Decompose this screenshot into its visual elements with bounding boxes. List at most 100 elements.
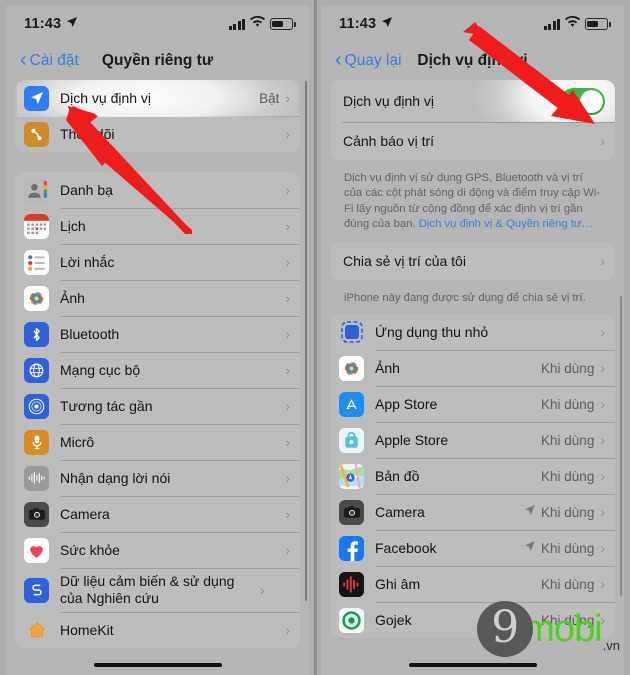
row-label: Lịch: [60, 217, 86, 234]
watermark-tld: .vn: [602, 638, 620, 653]
row-label: HomeKit: [60, 621, 114, 638]
row-photos[interactable]: Ảnh ›: [15, 280, 300, 316]
bluetooth-icon: [24, 321, 49, 347]
row-label: Camera: [375, 503, 425, 520]
reminders-icon: [24, 249, 49, 275]
row-research-sensor-data[interactable]: Dữ liệu cảm biến & sử dụng của Nghiên cứ…: [15, 568, 300, 612]
row-voice-memos[interactable]: Ghi âm Khi dùng ›: [330, 566, 615, 602]
row-value: Khi dùng: [541, 504, 595, 520]
maps-icon: [339, 463, 364, 489]
back-button-label: Cài đặt: [29, 52, 79, 69]
cellular-signal-icon: [228, 18, 245, 30]
wifi-icon: [250, 15, 265, 33]
location-usage-arrow-icon: [524, 503, 536, 521]
row-value: Khi dùng: [541, 468, 595, 484]
row-label: Danh bạ: [60, 181, 113, 198]
row-app-store[interactable]: App Store Khi dùng ›: [330, 386, 615, 422]
location-services-list: Dịch vụ định vị Cảnh báo vị trí › Dịch v…: [321, 80, 624, 639]
row-nearby-interactions[interactable]: Tương tác gần ›: [15, 388, 300, 424]
tracking-icon: [24, 121, 49, 147]
row-label: Sức khỏe: [60, 541, 120, 558]
speech-recognition-icon: [24, 465, 49, 491]
voice-memos-icon: [339, 571, 364, 597]
home-indicator-left: [93, 662, 222, 667]
chevron-left-icon: ‹: [335, 49, 342, 71]
panel-divider: [314, 0, 317, 675]
row-camera[interactable]: Camera ›: [15, 496, 300, 532]
row-camera-app[interactable]: Camera Khi dùng ›: [330, 494, 615, 530]
share-location-group: Chia sẻ vị trí của tôi ›: [330, 242, 615, 280]
chevron-right-icon: ›: [285, 434, 290, 450]
row-share-my-location[interactable]: Chia sẻ vị trí của tôi ›: [330, 242, 615, 280]
row-label: Dữ liệu cảm biến & sử dụng của Nghiên cứ…: [60, 573, 235, 606]
chevron-right-icon: ›: [600, 504, 605, 521]
row-calendar[interactable]: Lịch ›: [15, 208, 300, 244]
chevron-right-icon: ›: [600, 432, 605, 449]
row-label: Apple Store: [375, 431, 449, 448]
row-label: Dịch vụ định vị: [343, 92, 435, 109]
row-homekit[interactable]: HomeKit ›: [15, 612, 300, 648]
row-label: Camera: [60, 505, 110, 522]
row-value: Khi dùng: [541, 432, 595, 448]
chevron-right-icon: ›: [600, 396, 605, 413]
row-microphone[interactable]: Micrô ›: [15, 424, 300, 460]
facebook-icon: [339, 535, 364, 561]
row-value: Khi dùng: [541, 540, 595, 556]
row-bluetooth[interactable]: Bluetooth ›: [15, 316, 300, 352]
row-maps[interactable]: Bản đồ Khi dùng ›: [330, 458, 615, 494]
chevron-right-icon: ›: [285, 218, 290, 234]
location-services-toggle[interactable]: [560, 87, 605, 115]
research-sensor-icon: [24, 577, 49, 603]
row-speech-recognition[interactable]: Nhận dạng lời nói ›: [15, 460, 300, 496]
chevron-right-icon: ›: [600, 133, 605, 149]
chevron-right-icon: ›: [600, 468, 605, 485]
row-app-clips[interactable]: Ứng dụng thu nhỏ ›: [330, 314, 615, 350]
back-button-return[interactable]: ‹ Quay lại: [335, 49, 402, 71]
photos-icon: [339, 355, 364, 381]
row-local-network[interactable]: Mạng cục bộ ›: [15, 352, 300, 388]
chevron-right-icon: ›: [285, 470, 290, 486]
row-label: Ghi âm: [375, 575, 421, 592]
location-usage-arrow-icon: [524, 539, 536, 557]
row-label: Micrô: [60, 433, 95, 450]
camera-icon: [24, 501, 49, 527]
back-button-settings[interactable]: ‹ Cài đặt: [20, 50, 79, 70]
location-services-icon: [24, 85, 49, 111]
row-tracking[interactable]: Theo dõi ›: [15, 116, 300, 152]
chevron-right-icon: ›: [285, 326, 290, 342]
cellular-signal-icon: [543, 18, 560, 30]
screenshot-stage: 11:43 ‹ Cài đặt Quyền riêng tư Dịch vụ đ…: [0, 0, 630, 675]
row-label: Nhận dạng lời nói: [60, 469, 171, 486]
chevron-right-icon: ›: [260, 582, 265, 598]
row-health[interactable]: Sức khỏe ›: [15, 532, 300, 568]
location-services-footnote: Dịch vụ định vị sử dụng GPS, Bluetooth v…: [330, 166, 615, 242]
privacy-link[interactable]: Dịch vụ định vị & Quyền riêng tư…: [419, 218, 593, 230]
nav-bar-right: ‹ Quay lại Dịch vụ định vị: [321, 42, 624, 80]
photos-icon: [24, 285, 49, 311]
row-location-services[interactable]: Dịch vụ định vị Bật ›: [15, 80, 300, 116]
gojek-icon: [339, 607, 364, 633]
chevron-right-icon: ›: [600, 360, 605, 377]
chevron-right-icon: ›: [285, 182, 290, 198]
scrollbar-right[interactable]: [619, 296, 622, 596]
settings-list-left: Dịch vụ định vị Bật › Theo dõi › Danh bạ…: [6, 80, 309, 648]
row-value: Khi dùng: [541, 396, 595, 412]
status-bar-left: 11:43: [6, 6, 309, 42]
row-reminders[interactable]: Lời nhắc ›: [15, 244, 300, 280]
scrollbar-left[interactable]: [304, 81, 307, 601]
row-contacts[interactable]: Danh bạ ›: [15, 172, 300, 208]
row-facebook[interactable]: Facebook Khi dùng ›: [330, 530, 615, 566]
chevron-right-icon: ›: [285, 90, 290, 106]
location-arrow-icon: [66, 16, 78, 32]
row-value: Bật: [259, 90, 280, 106]
row-label: Ứng dụng thu nhỏ: [375, 323, 489, 340]
row-apple-store[interactable]: Apple Store Khi dùng ›: [330, 422, 615, 458]
row-label: Chia sẻ vị trí của tôi: [343, 252, 466, 269]
row-gojek[interactable]: Gojek Khi dùng ›: [330, 602, 615, 638]
row-location-alerts[interactable]: Cảnh báo vị trí ›: [330, 122, 615, 160]
row-location-services-toggle[interactable]: Dịch vụ định vị: [330, 80, 615, 122]
chevron-right-icon: ›: [285, 542, 290, 558]
battery-icon: [585, 18, 611, 30]
privacy-group-2: Danh bạ › Lịch › Lời nhắc › Ảnh › Blueto…: [15, 172, 300, 648]
row-photos-app[interactable]: Ảnh Khi dùng ›: [330, 350, 615, 386]
